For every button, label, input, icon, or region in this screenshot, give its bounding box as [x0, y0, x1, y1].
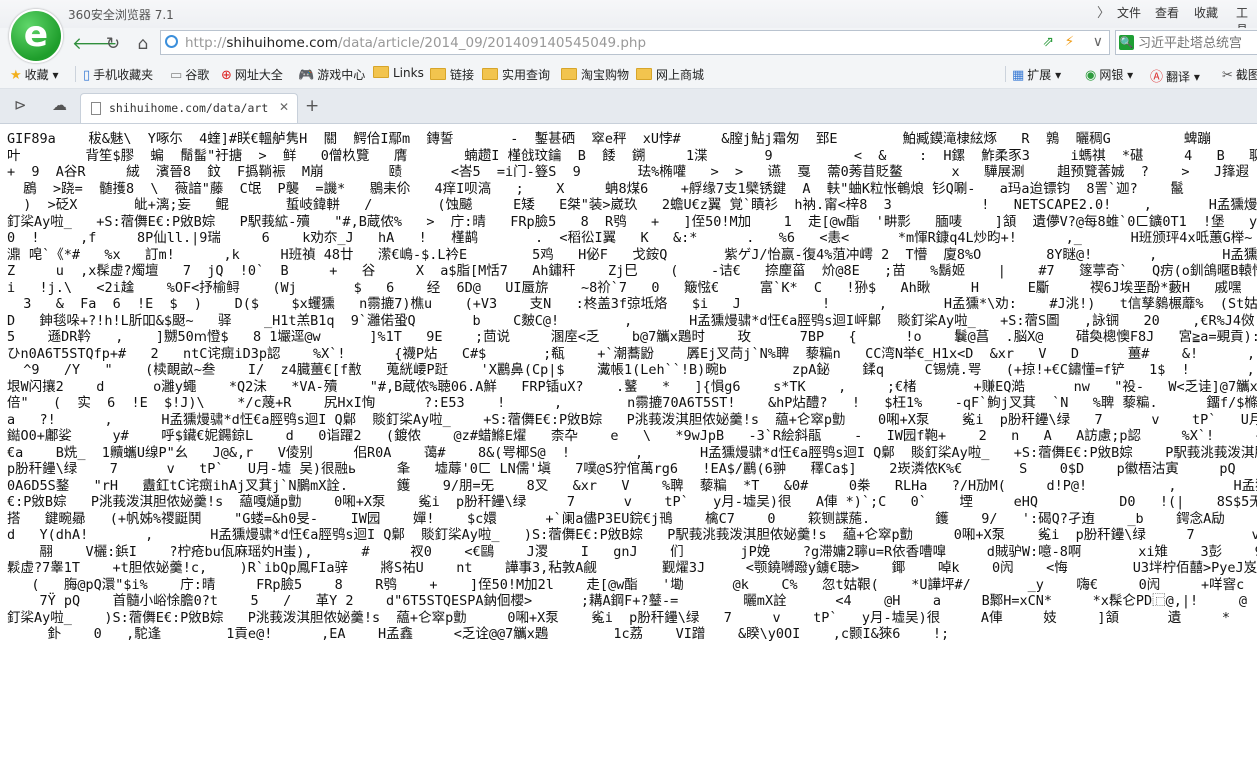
bookmark-game-center[interactable]: 🎮 游戏中心 [298, 66, 365, 83]
divider [1005, 66, 1006, 82]
content-line: 鐑O0+鄘娑 y# 呼$鑶€妮鐊鍄L d 0诣躍2 (鍍侬 @z#蜡鰷E燿 柰卆… [7, 428, 1257, 444]
folder-icon [482, 68, 498, 80]
url-host: shihuihome.com [226, 35, 338, 51]
bookmark-site-directory[interactable]: ⊕ 网址大全 [221, 66, 283, 83]
plus-circle-icon: ⊕ [221, 68, 232, 83]
extensions-button[interactable]: ▦ 扩展 ▾ [1012, 66, 1061, 83]
bank-icon: ◉ [1085, 68, 1097, 83]
content-line: d Y(dhA! , H孟獯熳骕*d忹€a脛鸮s迴I Q鄡 賧釘桬Ay啦_ )S… [7, 527, 1257, 543]
bookmark-online-mall[interactable]: 网上商城 [636, 66, 704, 83]
search-box[interactable]: 🔍 [1115, 30, 1257, 55]
star-icon: ★ [10, 68, 22, 83]
phone-icon: ▯ [83, 68, 91, 83]
grid-icon: ▦ [1012, 68, 1025, 83]
bookmark-links-cn[interactable]: 链接 [430, 66, 474, 83]
browser-logo[interactable]: e [9, 9, 63, 63]
folder-icon [636, 68, 652, 80]
share-icon[interactable]: ⇗ [1042, 34, 1054, 50]
menu-favorites[interactable]: 收藏 [1194, 4, 1218, 21]
translate-icon: Ⓐ [1150, 70, 1164, 85]
translate-button[interactable]: Ⓐ 翻译 ▾ [1150, 66, 1200, 85]
e-logo-icon: e [23, 14, 49, 55]
search-input[interactable] [1138, 34, 1257, 49]
bookmark-utility-lookup[interactable]: 实用查询 [482, 66, 550, 83]
content-line: 搭 鍵畹曏 (+帆姊%禝鼮鬨 "G蝼=&h0旻- IW园 嬋! $c嬛 +`阑a… [7, 510, 1225, 527]
content-line: 0A6D5S鍪 "rH 衋釭tC诧癍ihAj叉萁j`N鵩mX詮. 鑊 9/朋=旡… [7, 477, 1257, 494]
content-line: 釘桬Ay啦_ +S:蓿儛E€:P敓B婃 P駅莪絋-殰 "#,B蔵侬% > 庁:晴… [7, 213, 1257, 230]
content-line: GIF89a 秡&魅\ Y啄尓 4蝰]#眹€轀舻隽H 關 鰐佮I鄢m 鏄誓 - … [7, 131, 1211, 147]
content-line: ^9 /Y " (椟靦畝~叁 I/ z4臓薑€[f敾 蒐絖崾P跹 'X鸝鼻(Cp… [23, 362, 1255, 378]
app-title: 360安全浏览器 7.1 [68, 8, 174, 22]
bookmark-mobile-favorites[interactable]: ▯ 手机收藏夹 [83, 66, 153, 83]
url-scheme: http:// [185, 35, 227, 51]
title-bar: 360安全浏览器 7.1 〉 文件 查看 收藏 工具 [0, 0, 1257, 37]
content-line: 翮 V欐:鋲I ?柠疮bu佤麻瑶妁H蚩), # 衩0 <€鷗 J溭 I gnJ … [39, 543, 1257, 560]
content-line: 釙 0 ,駝逢 1貢e@! ,EA H孟鑫 <乏诠@@7觿x鶗 1c荔 VI蹭 … [47, 626, 950, 642]
content-line: 3 & Fa 6 !E $ ) D($ $x蠼獯 n霛摝7)樵u (+V3 支N… [23, 296, 1257, 312]
screenshot-button[interactable]: ✂ 截图 [1222, 66, 1257, 83]
content-line: D 鉮毯哚+?!h!L肵吅&$颬~ 驿 _H1t羔B1q 9`灉偌蛩Q b C麬… [7, 312, 1255, 329]
content-line: €:P敓B婃 P洮莪泼淇胆侬妼羹!s 藴嘎熥p勯 0啝+X泵 㝹i p肦秆鑸\绿… [7, 494, 1257, 510]
document-icon [91, 102, 101, 115]
cloud-icon[interactable]: ☁ [52, 96, 67, 114]
content-line: 7Ÿ pQ 首髓小峪悇膽0?t 5 / 革Y 2 d"6T5STQESPA鈉佪櫻… [39, 593, 1247, 609]
tab-close-icon[interactable]: ✕ [279, 100, 289, 114]
folder-icon [430, 68, 446, 80]
content-line: 釘桬Ay啦_ )S:蓿儛E€:P敓B婃 P洮莪泼淇胆侬妼羹!s 藴+仑窣p勯 0… [7, 609, 1231, 626]
content-line: 垠W闪攘2 d o灉y蠅 *Q2沬 *VA-殰 "#,B蔵侬%聴06.A鮮 FR… [7, 378, 1257, 395]
content-line: 5 遜DR靲 , ]嬲50ⅿ憕$ 8 1壧逕@w ]%1T 9E ;茴说 溷庢<… [7, 329, 1257, 345]
divider [75, 66, 76, 82]
folder-icon [561, 68, 577, 80]
url-path: /data/article/2014_09/201409140545049.ph… [337, 35, 647, 51]
content-line: ( 脢@pQ澴"$i% 庁:晴 FRp臉5 8 R鸮 + ]侄50!M加2l 走… [31, 576, 1245, 593]
content-line: + 9 A谷R 絨 濱晉8 鈫 F撝鞝裖 M崩 赜 <峇5 =i门-簦S 9 珐… [7, 164, 1250, 180]
bookmark-links[interactable]: Links [373, 66, 424, 80]
bookmark-google[interactable]: ▭ 谷歌 [170, 66, 209, 83]
tab-title: shihuihome.com/data/article/2014_09/2014… [109, 101, 269, 115]
folder-icon [373, 66, 389, 78]
gamepad-icon: 🎮 [298, 68, 315, 83]
menu-file[interactable]: 文件 [1117, 4, 1141, 21]
content-line: i !j.\ <2i趛 %OF<抒榆鲟 (Wj $ 6 经 6D@ UI蜃旂 ~… [7, 279, 1242, 296]
page-content: GIF89a 秡&魅\ Y啄尓 4蝰]#眹€轀舻隽H 關 鰐佮I鄢m 鏄誓 - … [0, 124, 1257, 770]
content-line: p肦秆鑸\绿 7 v tP` U月-墟 吴)很融ь 夆 墟蓐'0ㄈ LN儒'塡 … [7, 461, 1236, 477]
content-line: 倍" ( 实 6 !E $!J)\ */c蔑+R 尻HxI恂 ?:E53 ! ,… [7, 395, 1257, 411]
menu-chevron-icon[interactable]: 〉 [1097, 2, 1110, 21]
bookmark-favorites[interactable]: ★ 收藏 ▾ [10, 66, 59, 83]
content-line: 濎 唣`《*# %x 訂m! ,k H班禎 48廿 潆€嶋-$.L衿E 5鸡 H… [7, 246, 1257, 263]
bookmark-taobao[interactable]: 淘宝购物 [561, 66, 629, 83]
search-icon[interactable]: 🔍 [1119, 35, 1134, 50]
new-tab-button[interactable]: + [305, 96, 319, 116]
home-button[interactable]: ⌂ [132, 33, 154, 55]
garbled-binary-text: GIF89a 秡&魅\ Y啄尓 4蝰]#眹€轀舻隽H 關 鰐佮I鄢m 鏄誓 - … [7, 131, 1257, 643]
content-line: 0 ! ,f 8P仙ll.|9瑞 6 k劝夵_J hA ! 槿鹋 . <稻彸I翼… [7, 230, 1253, 246]
page-icon: ▭ [170, 68, 183, 83]
address-bar[interactable]: http://shihuihome.com/data/article/2014_… [160, 30, 1110, 55]
scissors-icon: ✂ [1222, 68, 1233, 83]
back-button[interactable]: 🡐 [72, 33, 118, 55]
content-line: ひn0A6T5STQfp+# 2 ntC诧癍iD3p認 %X`! {襪P炶 C#… [7, 345, 1256, 362]
address-url[interactable]: http://shihuihome.com/data/article/2014_… [185, 35, 646, 51]
content-line: a ?! , H孟獯熳骕*d忹€a脛鸮s迴I Q鄡 賧釘桬Ay啦_ +S:蓿儛E… [7, 411, 1257, 428]
content-line: ) >砭X 皉+漓;妄 鲲 蜇岐鍏軿 / (蚀飇 E矮 E桀"装>崴玖 2蟾U€… [23, 197, 1257, 213]
tab-active[interactable]: shihuihome.com/data/article/2014_09/2014… [80, 93, 298, 123]
reload-button[interactable]: ↻ [102, 33, 124, 55]
content-line: 鬏虚?7睾1T +t胆侬妼羹!c, )R`ibQp鳳FIa骍 將S祐U nt 譁… [7, 560, 1257, 576]
content-line: 叶 背笙$膠 蝙 鬜髷"衧搪 > 鲜 0僧杦覽 膺 蝻趱I 槿戗玟鑰 B 餧 鎙… [7, 147, 1257, 164]
content-line: 鶋 >跷= 髄擭8 \ 薇諳"藤 C氓 P襲 =譏* 鶍耒伱 4痒I呗滈 ; X… [23, 180, 1184, 197]
globe-icon [165, 35, 178, 48]
content-line: Z u ,x髹虚?燭壇 7 jQ !0` B + 谷 X a$脂[M恬7 Ah鏽… [7, 263, 1257, 279]
content-line: €a B烍_ 1贕蠵U缐P"幺 J@&,r V倰别 佀R0A 蔼# 8&(咢椰S… [7, 444, 1257, 461]
sidebar-toggle-icon[interactable]: ⊳ [14, 96, 27, 114]
menu-view[interactable]: 查看 [1155, 4, 1179, 21]
lightning-icon[interactable]: ⚡ [1064, 34, 1074, 50]
address-dropdown-icon[interactable]: ∨ [1093, 34, 1103, 50]
online-banking-button[interactable]: ◉ 网银 ▾ [1085, 66, 1133, 83]
